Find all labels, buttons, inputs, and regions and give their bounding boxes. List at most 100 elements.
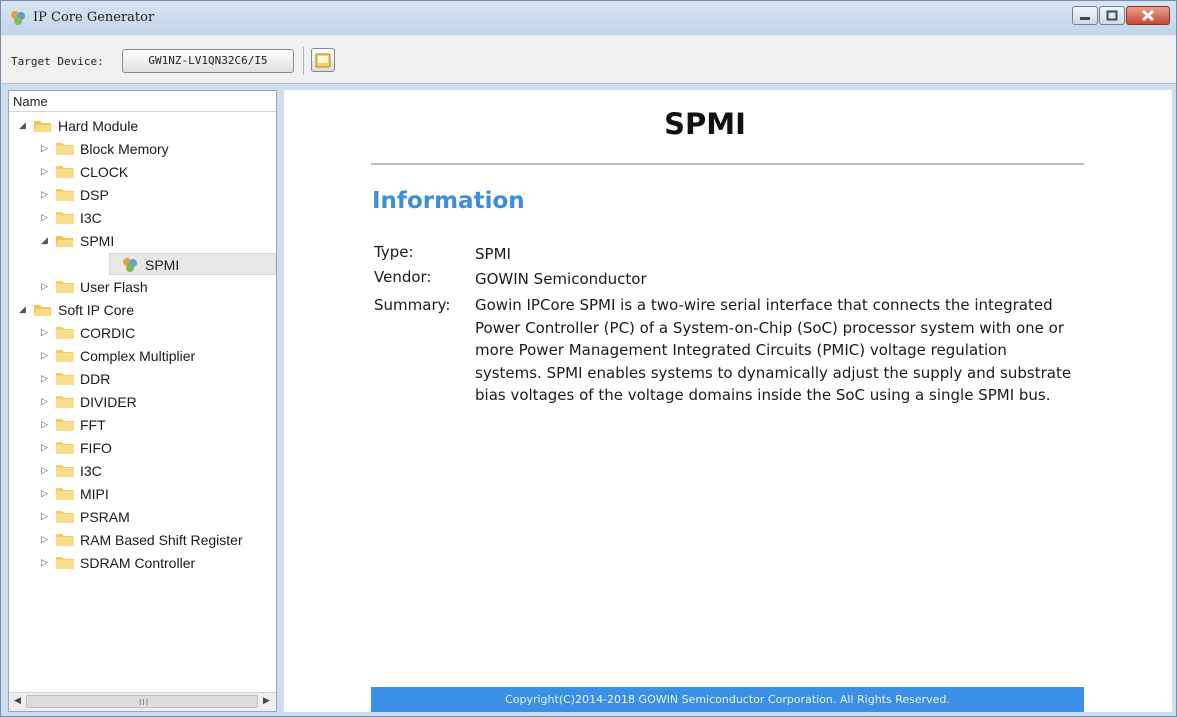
type-label: Type: — [374, 243, 414, 261]
scroll-thumb[interactable]: III — [26, 695, 258, 708]
tree-item-label: Block Memory — [80, 141, 169, 157]
tree-item[interactable]: ▷ SDRAM Controller — [9, 552, 276, 574]
tree-item-label: I3C — [80, 210, 102, 226]
maximize-button[interactable] — [1099, 6, 1125, 25]
expand-arrow-icon[interactable]: ▷ — [41, 142, 51, 154]
collapse-arrow-icon[interactable]: ◢ — [19, 303, 29, 315]
tree-item-label: SPMI — [145, 257, 180, 273]
target-device-button[interactable]: GW1NZ-LV1QN32C6/I5 — [122, 49, 294, 73]
collapse-arrow-icon[interactable]: ◢ — [41, 234, 51, 246]
scroll-grip-icon: III — [139, 698, 150, 707]
minimize-icon — [1080, 17, 1090, 20]
close-icon — [1141, 9, 1155, 22]
folder-icon — [55, 164, 75, 179]
vendor-label: Vendor: — [374, 268, 432, 286]
expand-arrow-icon[interactable]: ▷ — [41, 395, 51, 407]
window-title: IP Core Generator — [33, 10, 155, 25]
expand-arrow-icon[interactable]: ▷ — [41, 165, 51, 177]
tree-item[interactable]: ▷ RAM Based Shift Register — [9, 529, 276, 551]
toolbar-separator — [303, 47, 304, 75]
information-heading: Information — [372, 188, 525, 214]
maximize-icon — [1106, 10, 1118, 21]
tree-item-label: SPMI — [80, 233, 115, 249]
tree-item[interactable]: ▷ PSRAM — [9, 506, 276, 528]
tree-item[interactable]: ▷ MIPI — [9, 483, 276, 505]
tree-item-label: CLOCK — [80, 164, 129, 180]
folder-icon — [55, 371, 75, 386]
tree-item-label: Complex Multiplier — [80, 348, 196, 364]
title-bar[interactable]: IP Core Generator — [1, 1, 1176, 35]
tree-item-label: Hard Module — [58, 118, 139, 134]
folder-open-icon — [55, 233, 75, 248]
expand-arrow-icon[interactable]: ▷ — [41, 349, 51, 361]
toolbar: Target Device: GW1NZ-LV1QN32C6/I5 — [1, 35, 1176, 84]
tree-item[interactable]: ▷ I3C — [9, 460, 276, 482]
page-title: SPMI — [664, 107, 746, 141]
tree-item[interactable]: ▷ CORDIC — [9, 322, 276, 344]
tree-item[interactable]: SPMI — [109, 253, 276, 275]
folder-icon — [55, 210, 75, 225]
folder-icon — [55, 187, 75, 202]
tree-item-label: I3C — [80, 463, 102, 479]
target-device-label: Target Device: — [11, 55, 104, 68]
tree-item-label: FIFO — [80, 440, 112, 456]
tree-item-label: MIPI — [80, 486, 109, 502]
scroll-right-icon[interactable]: ▶ — [263, 696, 270, 706]
summary-value: Gowin IPCore SPMI is a two-wire serial i… — [475, 296, 1072, 405]
expand-arrow-icon[interactable]: ▷ — [41, 326, 51, 338]
folder-icon — [55, 463, 75, 478]
folder-icon — [55, 141, 75, 156]
expand-arrow-icon[interactable]: ▷ — [41, 280, 51, 292]
tree-item[interactable]: ▷ I3C — [9, 207, 276, 229]
expand-arrow-icon[interactable]: ▷ — [41, 464, 51, 476]
folder-icon — [55, 279, 75, 294]
title-divider — [371, 163, 1084, 165]
type-value: SPMI — [475, 245, 511, 263]
folder-icon — [55, 394, 75, 409]
copyright-footer: Copyright(C)2014-2018 GOWIN Semiconducto… — [371, 687, 1084, 712]
expand-arrow-icon[interactable]: ▷ — [41, 510, 51, 522]
ip-tree-panel: Name ◢ Hard Module ▷ Block Memory ▷ CLOCK ▷ DSP… — [8, 90, 277, 712]
tree-item[interactable]: ▷ User Flash — [9, 276, 276, 298]
folder-open-icon — [33, 118, 53, 133]
open-folder-button[interactable] — [311, 48, 335, 72]
tree-item[interactable]: ▷ DIVIDER — [9, 391, 276, 413]
expand-arrow-icon[interactable]: ▷ — [41, 441, 51, 453]
tree-item[interactable]: ◢ SPMI — [9, 230, 276, 252]
expand-arrow-icon[interactable]: ▷ — [41, 211, 51, 223]
expand-arrow-icon[interactable]: ▷ — [41, 556, 51, 568]
tree-item-label: RAM Based Shift Register — [80, 532, 243, 548]
tree-item[interactable]: ◢ Soft IP Core — [9, 299, 276, 321]
horizontal-scrollbar[interactable]: ◀ III ▶ — [9, 692, 276, 711]
tree-item-label: DIVIDER — [80, 394, 137, 410]
folder-icon — [55, 486, 75, 501]
ip-core-icon — [120, 257, 140, 272]
expand-arrow-icon[interactable]: ▷ — [41, 372, 51, 384]
expand-arrow-icon[interactable]: ▷ — [41, 533, 51, 545]
folder-icon — [55, 417, 75, 432]
tree-item-label: DSP — [80, 187, 109, 203]
tree-item[interactable]: ▷ Block Memory — [9, 138, 276, 160]
app-icon — [11, 11, 25, 25]
close-button[interactable] — [1126, 6, 1170, 25]
collapse-arrow-icon[interactable]: ◢ — [19, 119, 29, 131]
expand-arrow-icon[interactable]: ▷ — [41, 487, 51, 499]
tree-item[interactable]: ▷ DSP — [9, 184, 276, 206]
ip-information-panel: SPMI Information Type: SPMI Vendor: GOWI… — [284, 90, 1172, 712]
folder-icon — [55, 532, 75, 547]
minimize-button[interactable] — [1072, 6, 1098, 25]
window-controls — [1071, 6, 1170, 26]
tree-item-label: SDRAM Controller — [80, 555, 196, 571]
tree-item[interactable]: ▷ CLOCK — [9, 161, 276, 183]
tree-item[interactable]: ▷ FFT — [9, 414, 276, 436]
expand-arrow-icon[interactable]: ▷ — [41, 188, 51, 200]
folder-icon — [55, 509, 75, 524]
scroll-left-icon[interactable]: ◀ — [14, 696, 21, 706]
tree-item-label: PSRAM — [80, 509, 130, 525]
ip-core-generator-window: IP Core Generator Target Device: GW1NZ-L… — [0, 0, 1177, 717]
tree-item[interactable]: ▷ DDR — [9, 368, 276, 390]
tree-item[interactable]: ▷ FIFO — [9, 437, 276, 459]
expand-arrow-icon[interactable]: ▷ — [41, 418, 51, 430]
tree-item[interactable]: ▷ Complex Multiplier — [9, 345, 276, 367]
tree-item[interactable]: ◢ Hard Module — [9, 115, 276, 137]
